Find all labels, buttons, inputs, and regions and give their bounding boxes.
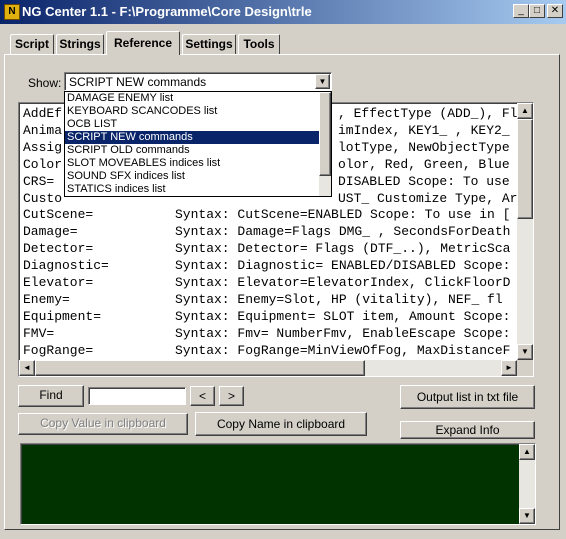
command-name: CRS= xyxy=(23,173,55,189)
command-syntax: Syntax: Damage=Flags DMG_ , SecondsForDe… xyxy=(175,224,511,240)
command-syntax: Syntax: Diagnostic= ENABLED/DISABLED Sco… xyxy=(175,258,511,274)
command-syntax: lotType, NewObjectType xyxy=(338,139,510,155)
command-syntax: Syntax: Detector= Flags (DTF_..), Metric… xyxy=(175,241,511,257)
tab-reference[interactable]: Reference xyxy=(106,31,180,55)
chevron-down-icon[interactable]: ▼ xyxy=(315,74,330,89)
copy-name-button[interactable]: Copy Name in clipboard xyxy=(195,412,367,436)
output-scrollbar[interactable]: ▲ ▼ xyxy=(519,444,535,524)
command-name: Color xyxy=(23,156,63,172)
command-syntax: UST_ Customize Type, Ar xyxy=(338,190,518,206)
tab-script[interactable]: Script xyxy=(10,34,54,54)
scroll-left-icon[interactable]: ◄ xyxy=(19,360,35,376)
command-name: Enemy= xyxy=(23,291,70,307)
command-syntax: , EffectType (ADD_), Fl xyxy=(338,106,518,121)
output-scroll-down-icon[interactable]: ▼ xyxy=(519,508,535,524)
output-list-button[interactable]: Output list in txt file xyxy=(400,385,535,409)
find-prev-button[interactable]: < xyxy=(190,386,215,406)
dropdown-scroll-thumb[interactable] xyxy=(319,92,331,176)
show-dropdown-list[interactable]: DAMAGE ENEMY list KEYBOARD SCANCODES list… xyxy=(64,91,332,197)
command-name: Detector= xyxy=(23,241,94,257)
dropdown-option[interactable]: SLOT MOVEABLES indices list xyxy=(65,157,321,170)
command-name: Assig xyxy=(23,139,63,155)
command-syntax: Syntax: CutScene=ENABLED Scope: To use i… xyxy=(175,207,511,223)
dropdown-option[interactable]: OCB LIST xyxy=(65,118,321,131)
show-select[interactable]: SCRIPT NEW commands ▼ xyxy=(64,72,332,91)
vertical-scrollbar[interactable]: ▲ ▼ xyxy=(517,103,533,360)
command-syntax: olor, Red, Green, Blue xyxy=(338,156,510,172)
dropdown-scrollbar[interactable] xyxy=(319,92,331,196)
command-name: Elevator= xyxy=(23,275,94,290)
command-name: Damage= xyxy=(23,224,78,240)
command-name: FMV= xyxy=(23,325,55,341)
scroll-right-icon[interactable]: ► xyxy=(501,360,517,376)
dropdown-option[interactable]: SCRIPT NEW commands xyxy=(65,131,321,144)
command-name: AddEf xyxy=(23,106,63,121)
window-title: NG Center 1.1 - F:\Programme\Core Design… xyxy=(22,4,312,19)
command-syntax: Syntax: Elevator=ElevatorIndex, ClickFlo… xyxy=(175,275,511,290)
command-name: Equipment= xyxy=(23,308,102,324)
tab-strings[interactable]: Strings xyxy=(56,34,104,54)
scroll-up-icon[interactable]: ▲ xyxy=(517,103,533,119)
command-name: Anima xyxy=(23,122,63,138)
scroll-corner xyxy=(517,360,533,376)
output-scroll-up-icon[interactable]: ▲ xyxy=(519,444,535,460)
command-syntax: DISABLED Scope: To use xyxy=(338,173,510,189)
tab-settings[interactable]: Settings xyxy=(182,34,236,54)
find-next-button[interactable]: > xyxy=(219,386,244,406)
info-output-area[interactable]: ▲ ▼ xyxy=(20,443,536,525)
tab-tools[interactable]: Tools xyxy=(238,34,280,54)
maximize-button[interactable]: □ xyxy=(529,4,545,18)
minimize-button[interactable]: _ xyxy=(513,4,529,18)
dropdown-option[interactable]: SOUND SFX indices list xyxy=(65,170,321,183)
dropdown-option[interactable]: STATICS indices list xyxy=(65,183,321,196)
dropdown-option[interactable]: KEYBOARD SCANCODES list xyxy=(65,105,321,118)
horizontal-scroll-thumb[interactable] xyxy=(35,360,365,376)
expand-info-button[interactable]: Expand Info xyxy=(400,421,535,439)
copy-value-button[interactable]: Copy Value in clipboard xyxy=(18,413,188,435)
app-icon: N xyxy=(4,4,20,20)
scroll-down-icon[interactable]: ▼ xyxy=(517,344,533,360)
command-name: CutScene= xyxy=(23,207,94,223)
dropdown-option[interactable]: DAMAGE ENEMY list xyxy=(65,92,321,105)
vertical-scroll-thumb[interactable] xyxy=(517,119,533,219)
show-selected-value: SCRIPT NEW commands xyxy=(69,75,207,89)
command-syntax: Syntax: Fmv= NumberFmv, EnableEscape Sco… xyxy=(175,325,511,341)
command-syntax: Syntax: Equipment= SLOT item, Amount Sco… xyxy=(175,308,511,324)
horizontal-scrollbar[interactable]: ◄ ► xyxy=(19,360,517,376)
find-button[interactable]: Find xyxy=(18,385,84,407)
command-syntax: Syntax: FogRange=MinViewOfFog, MaxDistan… xyxy=(175,342,511,358)
command-name: FogRange= xyxy=(23,342,94,358)
title-bar[interactable]: N NG Center 1.1 - F:\Programme\Core Desi… xyxy=(0,0,566,24)
close-button[interactable]: ✕ xyxy=(547,4,563,18)
dropdown-option[interactable]: SCRIPT OLD commands xyxy=(65,144,321,157)
command-syntax: Syntax: Enemy=Slot, HP (vitality), NEF_ … xyxy=(175,291,503,307)
command-name: Custo xyxy=(23,190,63,206)
show-label: Show: xyxy=(28,76,62,90)
find-input[interactable] xyxy=(88,387,186,405)
command-name: Diagnostic= xyxy=(23,258,109,274)
command-syntax: imIndex, KEY1_ , KEY2_ xyxy=(338,122,510,138)
